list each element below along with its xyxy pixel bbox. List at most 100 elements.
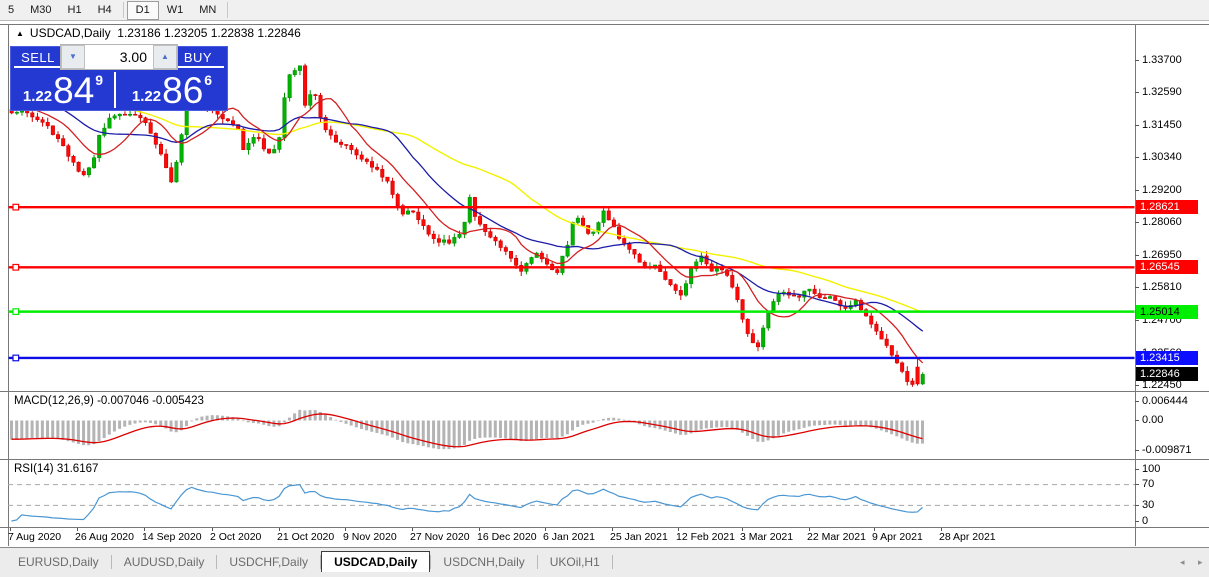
timeframe-button-h4[interactable]: H4 [90,1,120,20]
buy-button[interactable]: BUY [172,47,224,68]
macd-histogram-bar [319,412,322,421]
candle-body [309,95,312,106]
candle-body [792,295,795,296]
candle-body [906,371,909,381]
macd-histogram-bar [617,419,620,421]
macd-histogram-bar [293,413,296,420]
macd-histogram-bar [808,421,811,427]
candle-body [41,120,44,123]
chart-collapse-icon[interactable]: ▲ [16,29,24,38]
macd-histogram-bar [695,421,698,432]
volume-increase-button[interactable]: ▲ [153,45,177,69]
macd-histogram-bar [777,421,780,436]
candle-body [504,247,507,251]
macd-tick-label: 0.006444 [1142,395,1188,407]
macd-histogram-bar [792,421,795,431]
macd-tick-label: 0.00 [1142,414,1163,426]
line-anchor-handle[interactable] [13,309,19,315]
macd-histogram-bar [334,420,337,421]
candle-body [422,220,425,226]
chart-tab-usdcnh[interactable]: USDCNH,Daily [431,552,536,572]
candle-body [622,238,625,243]
tab-scroll-right-icon[interactable]: ▸ [1198,557,1203,568]
timeframe-button-d1[interactable]: D1 [127,1,159,20]
macd-histogram-bar [427,421,430,448]
candle-body [875,324,878,331]
candle-body [242,129,245,150]
candle-body [350,145,353,149]
macd-label: MACD(12,26,9) -0.007046 -0.005423 [14,395,204,407]
bid-price-button[interactable]: 1.22849 [12,72,116,108]
date-tick-label: 26 Aug 2020 [75,531,134,543]
volume-input[interactable] [85,45,153,69]
chart-tab-eurusd[interactable]: EURUSD,Daily [6,552,111,572]
candle-body [900,363,903,372]
candle-body [278,138,281,150]
candle-body [607,211,610,220]
candle-body [432,234,435,238]
macd-histogram-bar [834,421,837,425]
macd-histogram-bar [422,421,425,447]
timeframe-button-m30[interactable]: M30 [22,1,59,20]
price-tick-label: 1.33700 [1142,54,1182,66]
macd-histogram-bar [463,421,466,445]
macd-histogram-bar [849,421,852,426]
macd-histogram-bar [51,421,54,439]
candle-body [293,71,296,75]
macd-histogram-bar [602,419,605,421]
candle-body [669,279,672,284]
macd-histogram-bar [87,421,90,446]
candle-body [834,297,837,301]
line-anchor-handle[interactable] [13,264,19,270]
volume-decrease-button[interactable]: ▼ [61,45,85,69]
rsi-pane[interactable] [8,460,1136,527]
tab-scroll-left-icon[interactable]: ◂ [1180,557,1185,568]
rsi-tick-mark [1135,505,1139,506]
macd-histogram-bar [751,421,754,440]
macd-histogram-bar [128,421,131,425]
macd-histogram-bar [839,421,842,425]
sell-button[interactable]: SELL [14,47,62,68]
macd-histogram-bar [571,421,574,431]
macd-histogram-bar [401,421,404,443]
level-price-flag: 1.28621 [1136,200,1198,214]
macd-histogram-bar [859,421,862,426]
macd-histogram-bar [828,421,831,425]
ask-price-button[interactable]: 1.22866 [118,72,226,108]
candle-body [283,98,286,138]
date-tick-label: 21 Oct 2020 [277,531,334,543]
candle-body [890,345,893,355]
price-tick-mark [1135,255,1139,256]
date-tick-label: 9 Apr 2021 [872,531,923,543]
chart-tab-usdcad[interactable]: USDCAD,Daily [321,551,430,572]
chart-tab-usdchf[interactable]: USDCHF,Daily [217,552,320,572]
macd-histogram-bar [844,421,847,426]
rsi-tick-label: 70 [1142,478,1154,490]
macd-histogram-bar [103,421,106,439]
chart-tab-audusd[interactable]: AUDUSD,Daily [112,552,217,572]
candle-body [303,66,306,106]
candle-body [15,112,18,113]
candle-body [118,114,121,116]
candle-body [911,381,914,384]
line-anchor-handle[interactable] [13,204,19,210]
timeframe-button-w1[interactable]: W1 [159,1,192,20]
macd-histogram-bar [360,421,363,429]
price-tick-label: 1.31450 [1142,119,1182,131]
candle-body [257,137,260,138]
macd-histogram-bar [324,415,327,421]
timeframe-button-h1[interactable]: H1 [60,1,90,20]
macd-histogram-bar [411,421,414,445]
candle-body [87,168,90,175]
macd-histogram-bar [813,421,816,426]
timeframe-button-mn[interactable]: MN [191,1,224,20]
macd-histogram-bar [900,421,903,439]
line-anchor-handle[interactable] [13,355,19,361]
volume-control: ▼ ▲ [60,44,178,70]
macd-histogram-bar [890,421,893,435]
macd-histogram-bar [556,421,559,439]
toolbar-separator [227,2,228,18]
macd-histogram-bar [679,421,682,435]
chart-tab-ukoil[interactable]: UKOil,H1 [538,552,612,572]
timeframe-button-5[interactable]: 5 [0,1,22,20]
